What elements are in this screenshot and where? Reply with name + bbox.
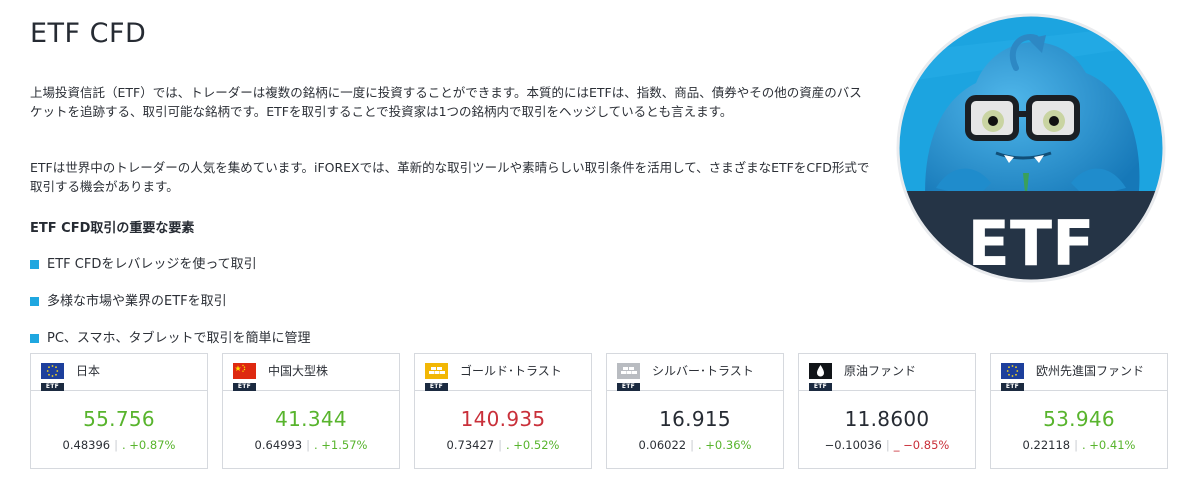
quote-card-gold-trust[interactable]: ETF ゴールド･トラスト 140.935 0.73427 |. +0.52% (414, 353, 592, 469)
eu-flag-graphic (41, 363, 64, 379)
divider: | (306, 438, 310, 452)
change-percent: +0.87% (129, 438, 176, 452)
page-title: ETF CFD (30, 18, 147, 49)
card-header: ETF 日本 (31, 354, 207, 391)
square-bullet-icon (30, 296, 39, 306)
change-percent: −0.85% (903, 438, 950, 452)
etf-quote-cards: ETF 日本 55.756 0.48396 |. +0.87% ETF 中国大型株… (30, 353, 1168, 470)
change-value: 0.22118 (1022, 438, 1071, 452)
instrument-name[interactable]: 日本 (76, 362, 100, 379)
change-percent: +1.57% (321, 438, 368, 452)
divider: | (114, 438, 118, 452)
quote-card-china-large-cap[interactable]: ETF 中国大型株 41.344 0.64993 |. +1.57% (222, 353, 400, 469)
card-header: ETF ゴールド･トラスト (415, 354, 591, 391)
quote-card-japan[interactable]: ETF 日本 55.756 0.48396 |. +0.87% (30, 353, 208, 469)
etf-mascot-illustration: ETF (896, 13, 1166, 283)
change-value: −0.10036 (824, 438, 882, 452)
quote-card-crude-oil-fund[interactable]: ETF 原油ファンド 11.8600 −0.10036 | _ −0.85% (798, 353, 976, 469)
square-bullet-icon (30, 259, 39, 269)
change-arrow-down-icon: _ (893, 438, 900, 452)
instrument-price: 16.915 (659, 407, 731, 431)
flag-etf-tag: ETF (233, 383, 256, 391)
eu-flag-graphic (1001, 363, 1024, 379)
change-value: 0.64993 (254, 438, 303, 452)
change-row: 0.48396 |. +0.87% (31, 438, 207, 452)
divider: | (690, 438, 694, 452)
flag-etf-tag: ETF (1001, 383, 1024, 391)
mascot-etf-label: ETF (968, 207, 1095, 280)
instrument-price: 41.344 (275, 407, 347, 431)
change-row: 0.73427 |. +0.52% (415, 438, 591, 452)
change-percent: +0.36% (705, 438, 752, 452)
change-percent: +0.41% (1089, 438, 1136, 452)
change-percent: +0.52% (513, 438, 560, 452)
instrument-price: 11.8600 (844, 407, 930, 431)
change-row: 0.64993 |. +1.57% (223, 438, 399, 452)
change-value: 0.48396 (62, 438, 111, 452)
quote-card-europe-developed-fund[interactable]: ETF 欧州先進国ファンド 53.946 0.22118 |. +0.41% (990, 353, 1168, 469)
card-header: ETF 欧州先進国ファンド (991, 354, 1167, 391)
flag-etf-tag: ETF (809, 383, 832, 391)
change-value: 0.06022 (638, 438, 687, 452)
flag-etf-tag: ETF (617, 383, 640, 391)
oil-drop-graphic (809, 363, 832, 379)
feature-item: ETF CFDをレバレッジを使って取引 (30, 244, 311, 281)
change-row: −0.10036 | _ −0.85% (799, 438, 975, 452)
gold-bars-icon: ETF (425, 363, 448, 391)
change-arrow-up-icon: . (313, 438, 318, 452)
silver-bars-graphic (617, 363, 640, 379)
change-arrow-up-icon: . (697, 438, 702, 452)
change-arrow-up-icon: . (1081, 438, 1086, 452)
intro-paragraph-1: 上場投資信託（ETF）では、トレーダーは複数の銘柄に一度に投資することができます… (30, 85, 862, 119)
change-value: 0.73427 (446, 438, 495, 452)
features-list: ETF CFDをレバレッジを使って取引 多様な市場や業界のETFを取引 PC、ス… (30, 244, 311, 355)
change-arrow-up-icon: . (505, 438, 510, 452)
silver-bars-icon: ETF (617, 363, 640, 391)
china-flag-icon: ETF (233, 363, 256, 391)
change-arrow-up-icon: . (121, 438, 126, 452)
divider: | (885, 438, 890, 452)
card-header: ETF シルバー･トラスト (607, 354, 783, 391)
change-row: 0.06022 |. +0.36% (607, 438, 783, 452)
eu-flag-icon: ETF (41, 363, 64, 391)
instrument-name[interactable]: ゴールド･トラスト (460, 362, 562, 379)
divider: | (1074, 438, 1078, 452)
card-header: ETF 中国大型株 (223, 354, 399, 391)
flag-etf-tag: ETF (425, 383, 448, 391)
card-header: ETF 原油ファンド (799, 354, 975, 391)
feature-text: ETF CFDをレバレッジを使って取引 (47, 257, 257, 272)
instrument-name[interactable]: 欧州先進国ファンド (1036, 362, 1144, 379)
feature-text: 多様な市場や業界のETFを取引 (47, 294, 227, 309)
gold-bars-graphic (425, 363, 448, 379)
quote-card-silver-trust[interactable]: ETF シルバー･トラスト 16.915 0.06022 |. +0.36% (606, 353, 784, 469)
instrument-name[interactable]: 中国大型株 (268, 362, 328, 379)
intro-paragraph-2: ETFは世界中のトレーダーの人気を集めています。iFOREXでは、革新的な取引ツ… (30, 160, 870, 194)
eu-flag-icon: ETF (1001, 363, 1024, 391)
china-flag-graphic (233, 363, 256, 379)
divider: | (498, 438, 502, 452)
feature-item: PC、スマホ、タブレットで取引を簡単に管理 (30, 318, 311, 355)
instrument-name[interactable]: シルバー･トラスト (652, 362, 754, 379)
oil-drop-icon: ETF (809, 363, 832, 391)
instrument-price: 140.935 (460, 407, 546, 431)
feature-text: PC、スマホ、タブレットで取引を簡単に管理 (47, 331, 311, 346)
square-bullet-icon (30, 333, 39, 343)
change-row: 0.22118 |. +0.41% (991, 438, 1167, 452)
features-heading: ETF CFD取引の重要な要素 (30, 221, 195, 236)
instrument-price: 55.756 (83, 407, 155, 431)
flag-etf-tag: ETF (41, 383, 64, 391)
feature-item: 多様な市場や業界のETFを取引 (30, 281, 311, 318)
instrument-name[interactable]: 原油ファンド (844, 362, 916, 379)
instrument-price: 53.946 (1043, 407, 1115, 431)
